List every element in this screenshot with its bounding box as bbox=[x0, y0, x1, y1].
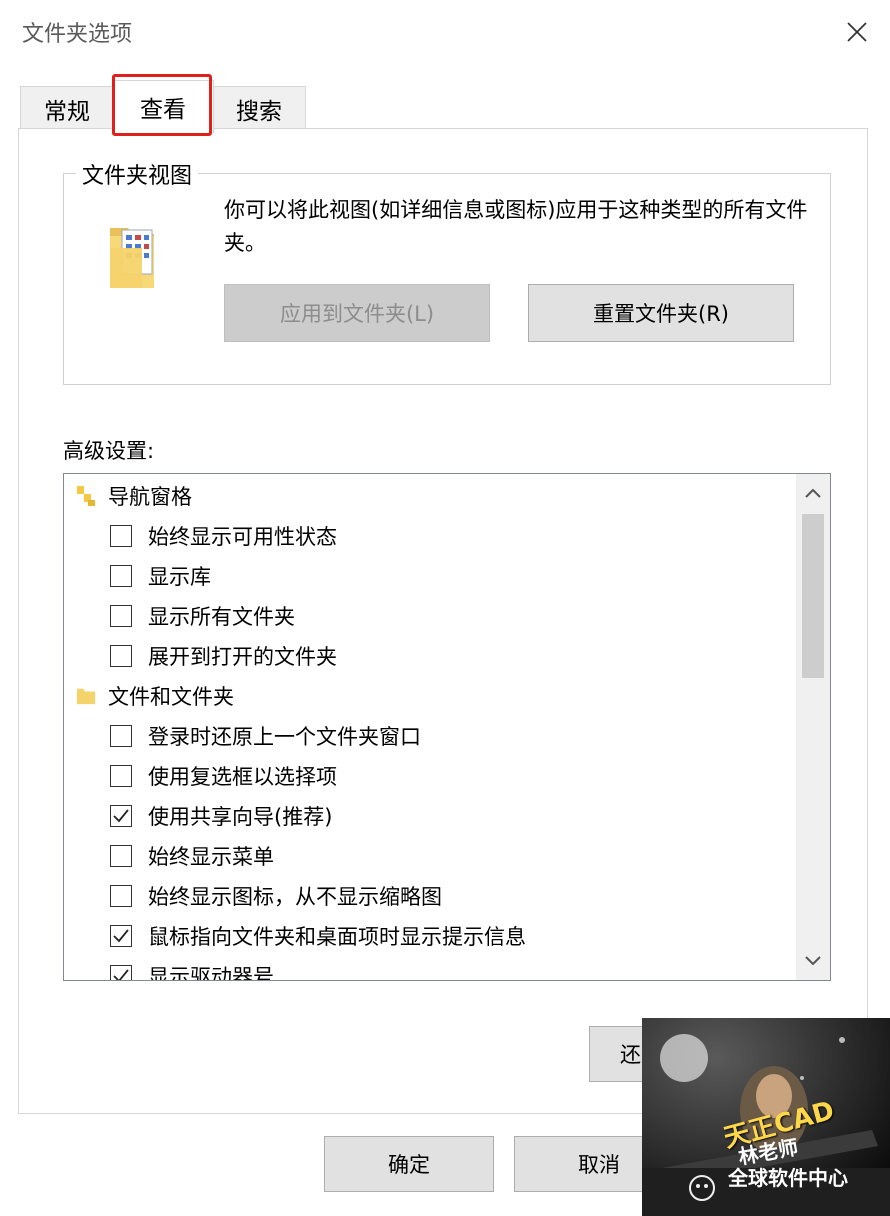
navigation-pane-icon bbox=[76, 484, 96, 508]
option-label: 始终显示可用性状态 bbox=[148, 525, 337, 549]
option-show-libraries[interactable]: 显示库 bbox=[110, 556, 211, 596]
advanced-settings-tree[interactable]: 导航窗格 始终显示可用性状态 显示库 显示所有文件夹 展开到打开的文件夹 文件和… bbox=[63, 473, 831, 981]
restore-defaults-button[interactable]: 还 bbox=[589, 1026, 649, 1082]
checkbox[interactable] bbox=[110, 605, 132, 627]
checkbox[interactable] bbox=[110, 885, 132, 907]
option-restore-folder-windows[interactable]: 登录时还原上一个文件夹窗口 bbox=[110, 716, 421, 756]
tab-search[interactable]: 搜索 bbox=[212, 86, 306, 131]
ok-button-label: 确定 bbox=[388, 1153, 430, 1177]
checkbox[interactable] bbox=[110, 565, 132, 587]
option-always-show-menus[interactable]: 始终显示菜单 bbox=[110, 836, 274, 876]
tree-category-label: 导航窗格 bbox=[108, 485, 192, 509]
watermark-account-name: 全球软件中心 bbox=[728, 1166, 848, 1190]
option-label: 始终显示菜单 bbox=[148, 845, 274, 869]
option-use-sharing-wizard[interactable]: 使用共享向导(推荐) bbox=[110, 796, 332, 836]
option-show-all-folders[interactable]: 显示所有文件夹 bbox=[110, 596, 295, 636]
view-tab-panel: 文件夹视图 你可以将此视图(如详细信息或图标)应用于这种类型的所有文件夹。 应用… bbox=[18, 128, 868, 1114]
chevron-down-icon bbox=[805, 956, 821, 966]
checkbox[interactable] bbox=[110, 845, 132, 867]
option-label: 显示驱动器号 bbox=[148, 965, 274, 981]
option-label: 显示库 bbox=[148, 565, 211, 589]
restore-defaults-label: 还 bbox=[620, 1043, 641, 1067]
folder-view-icon bbox=[106, 222, 158, 298]
tab-general-label: 常规 bbox=[44, 99, 90, 125]
checkbox-checked[interactable] bbox=[110, 805, 132, 827]
folder-view-description: 你可以将此视图(如详细信息或图标)应用于这种类型的所有文件夹。 bbox=[224, 198, 808, 255]
option-label: 展开到打开的文件夹 bbox=[148, 645, 337, 669]
checkmark-icon bbox=[113, 809, 129, 823]
tree-category-navigation-pane[interactable]: 导航窗格 bbox=[76, 476, 192, 516]
option-use-item-checkboxes[interactable]: 使用复选框以选择项 bbox=[110, 756, 337, 796]
folder-view-group: 文件夹视图 你可以将此视图(如详细信息或图标)应用于这种类型的所有文件夹。 应用… bbox=[63, 158, 831, 385]
scroll-down-button[interactable] bbox=[796, 944, 830, 978]
window-title: 文件夹选项 bbox=[22, 22, 133, 47]
option-label: 使用复选框以选择项 bbox=[148, 765, 337, 789]
vertical-scrollbar[interactable] bbox=[796, 474, 830, 980]
advanced-settings-label: 高级设置: bbox=[63, 439, 155, 463]
checkmark-icon bbox=[113, 969, 129, 980]
folder-icon bbox=[76, 684, 96, 708]
checkbox-checked[interactable] bbox=[110, 965, 132, 980]
option-always-show-icons[interactable]: 始终显示图标，从不显示缩略图 bbox=[110, 876, 442, 916]
option-label: 显示所有文件夹 bbox=[148, 605, 295, 629]
folder-view-legend: 文件夹视图 bbox=[76, 158, 199, 190]
tree-category-files-and-folders[interactable]: 文件和文件夹 bbox=[76, 676, 234, 716]
cancel-button-label: 取消 bbox=[578, 1153, 620, 1177]
checkbox[interactable] bbox=[110, 725, 132, 747]
scroll-thumb[interactable] bbox=[802, 514, 824, 678]
scroll-up-button[interactable] bbox=[796, 476, 830, 510]
tab-view[interactable]: 查看 bbox=[112, 80, 214, 133]
checkbox[interactable] bbox=[110, 645, 132, 667]
close-icon bbox=[847, 22, 867, 42]
tab-general[interactable]: 常规 bbox=[20, 86, 114, 131]
apply-to-folders-button[interactable]: 应用到文件夹(L) bbox=[224, 284, 490, 342]
option-always-show-availability[interactable]: 始终显示可用性状态 bbox=[110, 516, 337, 556]
checkmark-icon bbox=[113, 929, 129, 943]
tab-search-label: 搜索 bbox=[236, 99, 282, 125]
tree-category-label: 文件和文件夹 bbox=[108, 685, 234, 709]
option-show-drive-letters[interactable]: 显示驱动器号 bbox=[110, 956, 274, 981]
ok-button[interactable]: 确定 bbox=[324, 1136, 494, 1192]
close-button[interactable] bbox=[832, 8, 882, 56]
reset-folders-button[interactable]: 重置文件夹(R) bbox=[528, 284, 794, 342]
checkbox[interactable] bbox=[110, 525, 132, 547]
option-label: 登录时还原上一个文件夹窗口 bbox=[148, 725, 421, 749]
folder-options-dialog: 文件夹选项 常规 查看 搜索 文件夹视图 你可以将此视图(如详细信息或图标)应用… bbox=[0, 0, 890, 1216]
chevron-up-icon bbox=[805, 488, 821, 498]
tab-strip: 常规 查看 搜索 bbox=[0, 80, 890, 133]
reset-folders-label: 重置文件夹(R) bbox=[593, 302, 729, 326]
tab-view-label: 查看 bbox=[140, 97, 186, 123]
option-label: 使用共享向导(推荐) bbox=[148, 805, 333, 829]
checkbox-checked[interactable] bbox=[110, 925, 132, 947]
apply-to-folders-label: 应用到文件夹(L) bbox=[279, 302, 435, 326]
option-label: 始终显示图标，从不显示缩略图 bbox=[148, 885, 442, 909]
option-show-popup-description[interactable]: 鼠标指向文件夹和桌面项时显示提示信息 bbox=[110, 916, 526, 956]
title-bar: 文件夹选项 bbox=[0, 0, 890, 64]
option-label: 鼠标指向文件夹和桌面项时显示提示信息 bbox=[148, 925, 526, 949]
watermark-image: 天正CAD 林老师 全球软件中心 bbox=[642, 1018, 890, 1216]
checkbox[interactable] bbox=[110, 765, 132, 787]
option-expand-to-open-folder[interactable]: 展开到打开的文件夹 bbox=[110, 636, 337, 676]
